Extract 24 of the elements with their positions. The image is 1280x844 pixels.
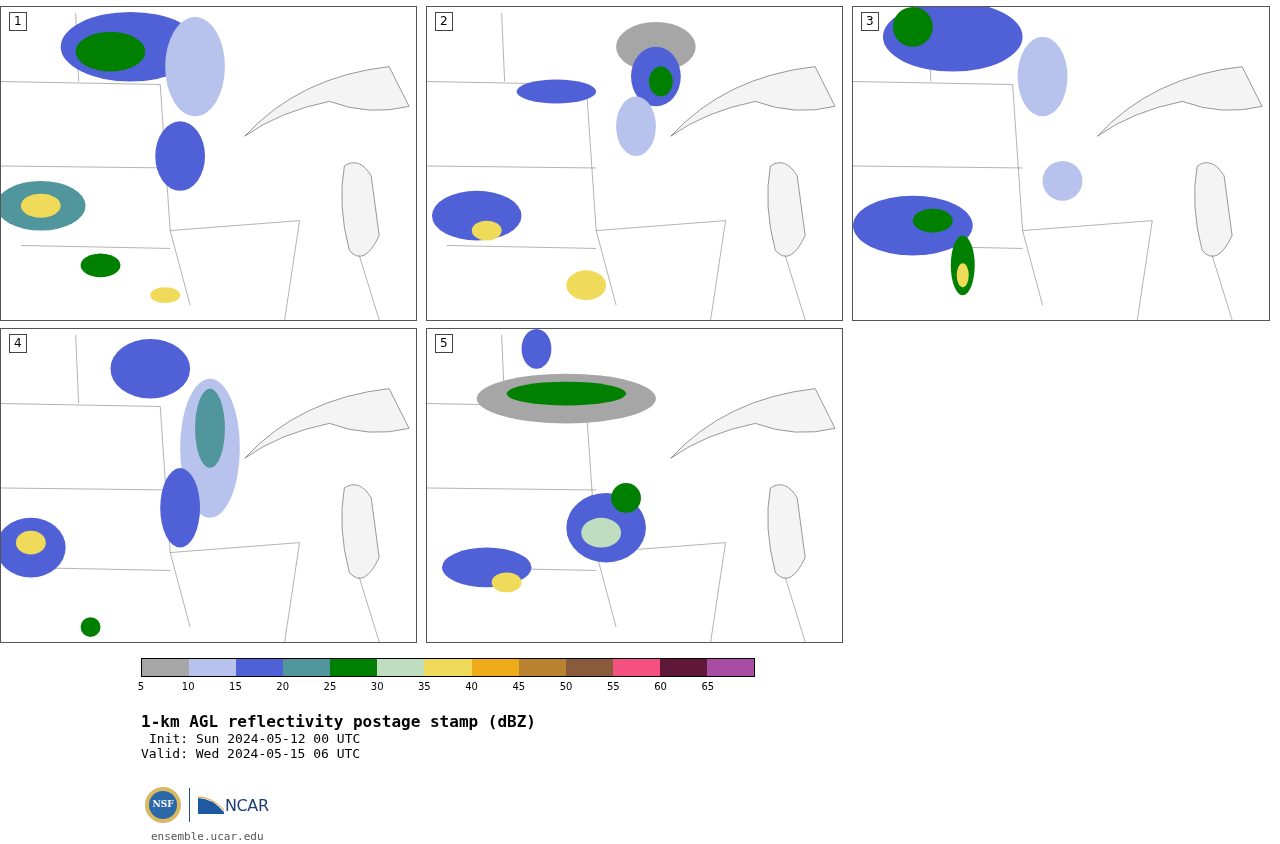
tick-label: 65: [701, 681, 715, 693]
panel-number: 1: [9, 12, 27, 31]
panel-number: 5: [435, 334, 453, 353]
valid-time-text: Valid: Wed 2024-05-15 06 UTC: [141, 746, 362, 761]
init-time-text: Init: Sun 2024-05-12 00 UTC: [149, 731, 362, 746]
panel-number: 2: [435, 12, 453, 31]
tick-label: 40: [465, 681, 478, 693]
tick-label: 60: [654, 681, 667, 693]
tick-label: 35: [418, 681, 431, 693]
tick-label: 45: [512, 681, 526, 693]
tick-label: 20: [276, 681, 290, 693]
tick-label: 10: [181, 681, 195, 693]
panel-number: 4: [9, 334, 27, 353]
tick-label: 30: [370, 681, 384, 693]
tick-label: 50: [559, 681, 573, 693]
chart-title: 1-km AGL reflectivity postage stamp (dBZ): [141, 713, 537, 731]
tick-label: 15: [229, 681, 242, 693]
nsf-logo: NSF: [145, 787, 181, 823]
tick-label: 25: [323, 681, 337, 693]
tick-label: 5: [137, 681, 145, 693]
tick-label: 55: [606, 681, 620, 693]
panel-number: 3: [861, 12, 879, 31]
ncar-logo: NCAR: [198, 796, 269, 814]
website-url: ensemble.ucar.edu: [151, 829, 265, 844]
